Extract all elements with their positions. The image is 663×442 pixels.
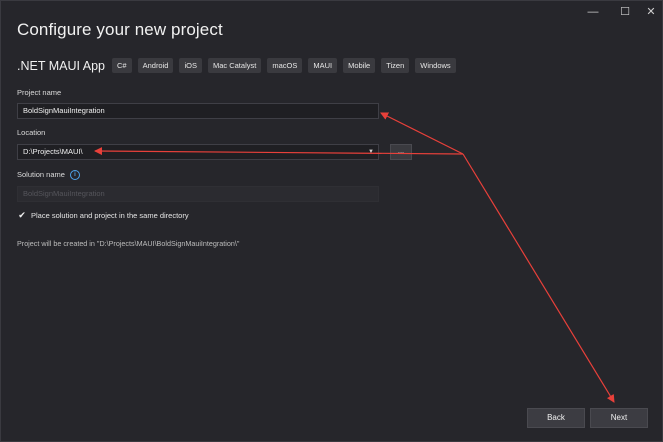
same-directory-checkbox[interactable]: ✔ [17,210,27,220]
close-icon[interactable]: ✕ [638,5,663,19]
tag-ios: iOS [179,58,202,73]
tag-windows: Windows [415,58,456,73]
tag-android: Android [137,58,174,73]
chevron-down-icon[interactable]: ▼ [368,145,374,159]
minimize-icon[interactable]: — [580,5,606,19]
project-name-label: Project name [17,88,62,97]
template-name: .NET MAUI App [17,59,105,73]
dialog-window: — ☐ ✕ Configure your new project .NET MA… [0,0,663,442]
location-label: Location [17,128,46,137]
maximize-icon[interactable]: ☐ [612,5,638,19]
info-icon[interactable]: i [70,170,80,180]
next-button[interactable]: Next [590,408,648,428]
template-tags: C# Android iOS Mac Catalyst macOS MAUI M… [112,58,456,73]
project-name-input[interactable]: BoldSignMauiIntegration [17,103,379,119]
location-combobox[interactable]: D:\Projects\MAUI\ ▼ [17,144,379,160]
project-path-info: Project will be created in "D:\Projects\… [17,239,240,248]
tag-maui: MAUI [308,58,338,73]
tag-mac-catalyst: Mac Catalyst [207,58,262,73]
tag-mobile: Mobile [343,58,376,73]
back-button[interactable]: Back [527,408,585,428]
browse-button[interactable]: ... [390,144,412,160]
tag-csharp: C# [112,58,132,73]
tag-tizen: Tizen [381,58,410,73]
page-title: Configure your new project [17,20,223,39]
location-value: D:\Projects\MAUI\ [23,147,83,156]
tag-macos: macOS [267,58,303,73]
solution-name-input: BoldSignMauiIntegration [17,186,379,202]
same-directory-label: Place solution and project in the same d… [31,211,189,220]
solution-name-label: Solution name [17,170,65,179]
